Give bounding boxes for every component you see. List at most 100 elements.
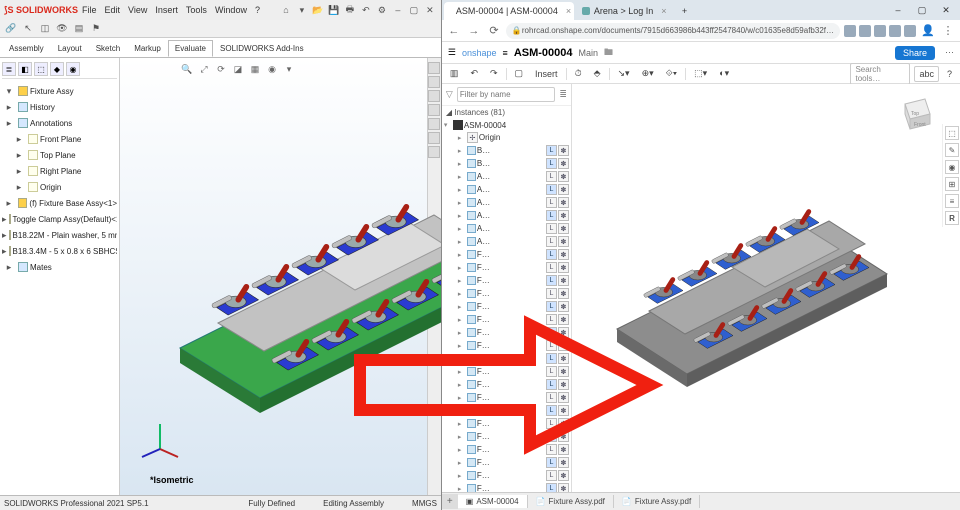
- tree-item[interactable]: ▸B…L✽: [442, 144, 571, 157]
- tree-item[interactable]: ▸F…L✽: [442, 391, 571, 404]
- tree-item[interactable]: ▸Toggle Clamp Assy(Default)<10>: [2, 211, 117, 227]
- tool-search[interactable]: Search tools…: [850, 63, 910, 85]
- tree-item[interactable]: ▸Right Plane: [2, 163, 117, 179]
- close-icon[interactable]: ✕: [423, 3, 437, 17]
- list-toggle-icon[interactable]: ≣: [559, 89, 567, 100]
- shortcuts-icon[interactable]: abc: [914, 66, 939, 82]
- tree-root[interactable]: ▾ ASM-00004: [442, 119, 571, 131]
- rt-icon[interactable]: ⬚: [945, 126, 959, 140]
- tree-item[interactable]: ▸F…L✽: [442, 378, 571, 391]
- tb-eye-icon[interactable]: 👁: [55, 22, 69, 36]
- tb-icon[interactable]: ⬚▾: [690, 66, 711, 81]
- tab-layout[interactable]: Layout: [51, 40, 89, 57]
- tree-item[interactable]: ▸F…L✽: [442, 339, 571, 352]
- ext-icon[interactable]: [844, 25, 856, 37]
- tree-item[interactable]: ▸F…L✽: [442, 313, 571, 326]
- tree-item[interactable]: ▸F…L✽: [442, 430, 571, 443]
- tb-sheet-icon[interactable]: ▤: [72, 22, 86, 36]
- notif-icon[interactable]: ⋯: [945, 47, 954, 58]
- doc-name[interactable]: ASM-00004: [514, 47, 573, 59]
- doc-list-icon[interactable]: ≡: [503, 48, 508, 58]
- tb-icon[interactable]: ⊕▾: [638, 66, 658, 81]
- tab-sketch[interactable]: Sketch: [89, 40, 127, 57]
- section-icon[interactable]: ◪: [231, 62, 245, 76]
- doc-version[interactable]: Main: [579, 48, 599, 58]
- new-icon[interactable]: ▾: [295, 3, 309, 17]
- add-tab-button[interactable]: +: [442, 494, 458, 509]
- tree-item[interactable]: ▸F…L✽: [442, 287, 571, 300]
- tree-item[interactable]: ▸Mates: [2, 259, 117, 275]
- browser-tab[interactable]: ASM-00004 | ASM-00004×: [444, 2, 574, 20]
- tree-item[interactable]: ▸A…L✽: [442, 235, 571, 248]
- tree-item[interactable]: ▸F…L✽: [442, 443, 571, 456]
- menu-help-icon[interactable]: ?: [255, 5, 260, 15]
- zoom-fit-icon[interactable]: 🔍: [180, 62, 194, 76]
- undo-icon[interactable]: ↶: [359, 3, 373, 17]
- menu-dots-icon[interactable]: ⋮: [940, 23, 956, 39]
- tree-item[interactable]: ▸Origin: [2, 179, 117, 195]
- tree-item[interactable]: ▸F…L✽: [442, 469, 571, 482]
- tree-item[interactable]: ▸F…L✽: [442, 274, 571, 287]
- tree-item[interactable]: ▸F…L✽: [442, 404, 571, 417]
- win-min-icon[interactable]: –: [886, 0, 910, 20]
- home-icon[interactable]: ⌂: [279, 3, 293, 17]
- filter-input[interactable]: [457, 87, 556, 102]
- tree-item[interactable]: ▸F…L✽: [442, 482, 571, 492]
- tree-item[interactable]: ▸B…L✽: [442, 157, 571, 170]
- tree-tab-rend-icon[interactable]: ◉: [66, 62, 80, 76]
- tree-item[interactable]: ▸A…L✽: [442, 170, 571, 183]
- tb-icon[interactable]: ⬘: [590, 66, 605, 81]
- tb-measure-icon[interactable]: ◫: [38, 22, 52, 36]
- insert-button[interactable]: Insert: [531, 67, 562, 81]
- reload-icon[interactable]: ⟳: [486, 23, 502, 39]
- tree-item[interactable]: ▸(f) Fixture Base Assy<1>: [2, 195, 117, 211]
- tree-item[interactable]: ▸F…L✽: [442, 248, 571, 261]
- browser-tab[interactable]: Arena > Log In×: [574, 2, 675, 20]
- tree-origin[interactable]: ▸✢ Origin: [442, 131, 571, 144]
- tree-tab-cfg-icon[interactable]: ⬚: [34, 62, 48, 76]
- tree-tab-disp-icon[interactable]: ◆: [50, 62, 64, 76]
- rt-icon[interactable]: ◉: [945, 160, 959, 174]
- doc-tab[interactable]: ▣ASM-00004: [458, 495, 528, 508]
- rt-icon[interactable]: ≡: [945, 194, 959, 208]
- taskpane-icon[interactable]: [428, 90, 440, 102]
- tab-markup[interactable]: Markup: [127, 40, 168, 57]
- tree-item[interactable]: ▸F…L✽: [442, 352, 571, 365]
- onshape-instance-tree[interactable]: ▽ ≣ ◢ Instances (81) ▾ ASM-00004 ▸✢ Orig…: [442, 84, 572, 492]
- feature-btn-icon[interactable]: ▥: [446, 66, 463, 81]
- taskpane-icon[interactable]: [428, 104, 440, 116]
- back-icon[interactable]: ←: [446, 23, 462, 39]
- sw-feature-tree[interactable]: ≣ ◧ ⬚ ◆ ◉ ▾Fixture Assy ▸History▸Annotat…: [0, 58, 120, 495]
- tree-tab-fm-icon[interactable]: ≣: [2, 62, 16, 76]
- taskpane-icon[interactable]: [428, 76, 440, 88]
- share-button[interactable]: Share: [895, 46, 935, 60]
- menu-view[interactable]: View: [128, 5, 147, 15]
- display-icon[interactable]: ▦: [248, 62, 262, 76]
- menu-edit[interactable]: Edit: [105, 5, 121, 15]
- ext-icon[interactable]: [859, 25, 871, 37]
- menu-tools[interactable]: Tools: [186, 5, 207, 15]
- rt-icon[interactable]: R: [945, 211, 959, 225]
- doc-tab[interactable]: 📄Fixture Assy.pdf: [614, 495, 700, 508]
- redo-icon[interactable]: ↷: [486, 66, 502, 81]
- doc-tab[interactable]: 📄Fixture Assy.pdf: [528, 495, 614, 508]
- undo-icon[interactable]: ↶: [466, 66, 482, 81]
- tb-icon[interactable]: ◐▾: [715, 66, 733, 81]
- tb-cursor-icon[interactable]: ↖: [21, 22, 35, 36]
- sketch-icon[interactable]: ▢: [511, 66, 528, 81]
- tree-item[interactable]: ▸F…L✽: [442, 365, 571, 378]
- scene-icon[interactable]: ◉: [265, 62, 279, 76]
- tree-item[interactable]: ▸B18.22M - Plain washer, 5 mm, na: [2, 227, 117, 243]
- nav-hamburger-icon[interactable]: ☰: [448, 47, 456, 58]
- print-icon[interactable]: 🖶: [343, 3, 357, 17]
- win-max-icon[interactable]: ▢: [910, 0, 934, 20]
- max-icon[interactable]: ▢: [407, 3, 421, 17]
- onshape-graphics-view[interactable]: TopFront ⬚ ✎ ◉ ⊞ ≡ R: [572, 84, 960, 492]
- rt-icon[interactable]: ✎: [945, 143, 959, 157]
- tree-item[interactable]: ▸F…L✽: [442, 300, 571, 313]
- tab-assembly[interactable]: Assembly: [2, 40, 51, 57]
- profile-icon[interactable]: 👤: [920, 23, 936, 39]
- tree-item[interactable]: ▸History: [2, 99, 117, 115]
- rotate-icon[interactable]: ⟳: [214, 62, 228, 76]
- menu-window[interactable]: Window: [215, 5, 247, 15]
